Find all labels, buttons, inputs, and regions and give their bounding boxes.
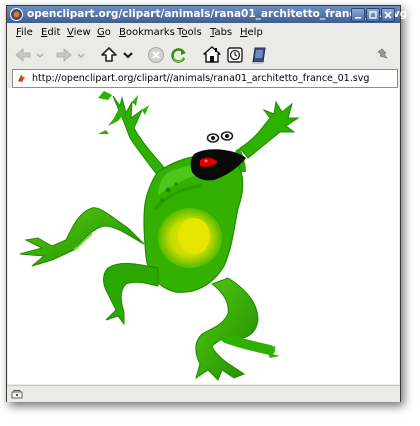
stop-icon[interactable]	[146, 45, 166, 65]
bookmarks-icon[interactable]	[249, 45, 269, 65]
menu-file-label: ile	[21, 27, 33, 38]
menu-go[interactable]: Go	[97, 24, 111, 41]
title-bar[interactable]: openclipart.org/clipart/animals/rana01_a…	[7, 6, 407, 23]
menu-go-label: o	[104, 27, 111, 38]
go-menu-icon[interactable]	[122, 45, 134, 65]
home-page-icon[interactable]	[202, 45, 222, 65]
minimize-icon	[355, 17, 361, 19]
menu-edit-label: dit	[47, 27, 61, 38]
menu-bookmarks-accel: B	[119, 27, 126, 38]
menu-view[interactable]: View	[67, 24, 91, 41]
security-lock-icon	[11, 390, 23, 399]
menu-bar: File Edit View Go Bookmarks Tools Tabs H…	[7, 24, 400, 41]
menu-view-label: iew	[73, 27, 91, 38]
forward-icon[interactable]	[54, 45, 74, 65]
menu-tabs-label: abs	[214, 27, 233, 38]
reload-icon[interactable]	[169, 45, 189, 65]
history-icon[interactable]	[225, 45, 245, 65]
minimize-button[interactable]	[351, 8, 365, 22]
menu-tools[interactable]: Tools	[177, 24, 202, 41]
site-favicon-icon	[18, 75, 25, 82]
menu-help-accel: H	[240, 27, 248, 38]
throbber-icon	[377, 48, 388, 59]
address-bar[interactable]: http://openclipart.org/clipart//animals/…	[12, 69, 398, 88]
back-history-icon[interactable]	[35, 45, 45, 65]
menu-go-accel: G	[97, 27, 105, 38]
status-bar	[7, 385, 400, 402]
close-icon	[384, 11, 392, 19]
firefox-app-icon	[10, 8, 23, 21]
address-url[interactable]: http://openclipart.org/clipart//animals/…	[32, 70, 369, 87]
navigation-toolbar	[7, 42, 400, 68]
menu-help[interactable]: Help	[240, 24, 263, 41]
maximize-icon	[369, 11, 377, 19]
menu-tools-label: ols	[187, 27, 202, 38]
page-content	[8, 88, 399, 384]
menu-bookmarks-label: ookmarks	[125, 27, 175, 38]
browser-window: openclipart.org/clipart/animals/rana01_a…	[6, 5, 407, 402]
close-button[interactable]	[381, 8, 395, 22]
home-icon[interactable]	[99, 45, 119, 65]
menu-bookmarks[interactable]: Bookmarks	[119, 24, 175, 41]
maximize-button[interactable]	[366, 8, 380, 22]
menu-tabs[interactable]: Tabs	[210, 24, 232, 41]
menu-view-accel: V	[67, 27, 74, 38]
forward-history-icon[interactable]	[76, 45, 86, 65]
frog-illustration	[19, 91, 300, 381]
menu-edit[interactable]: Edit	[41, 24, 60, 41]
back-icon[interactable]	[13, 45, 33, 65]
menu-help-label: elp	[247, 27, 263, 38]
menu-file[interactable]: File	[16, 24, 33, 41]
